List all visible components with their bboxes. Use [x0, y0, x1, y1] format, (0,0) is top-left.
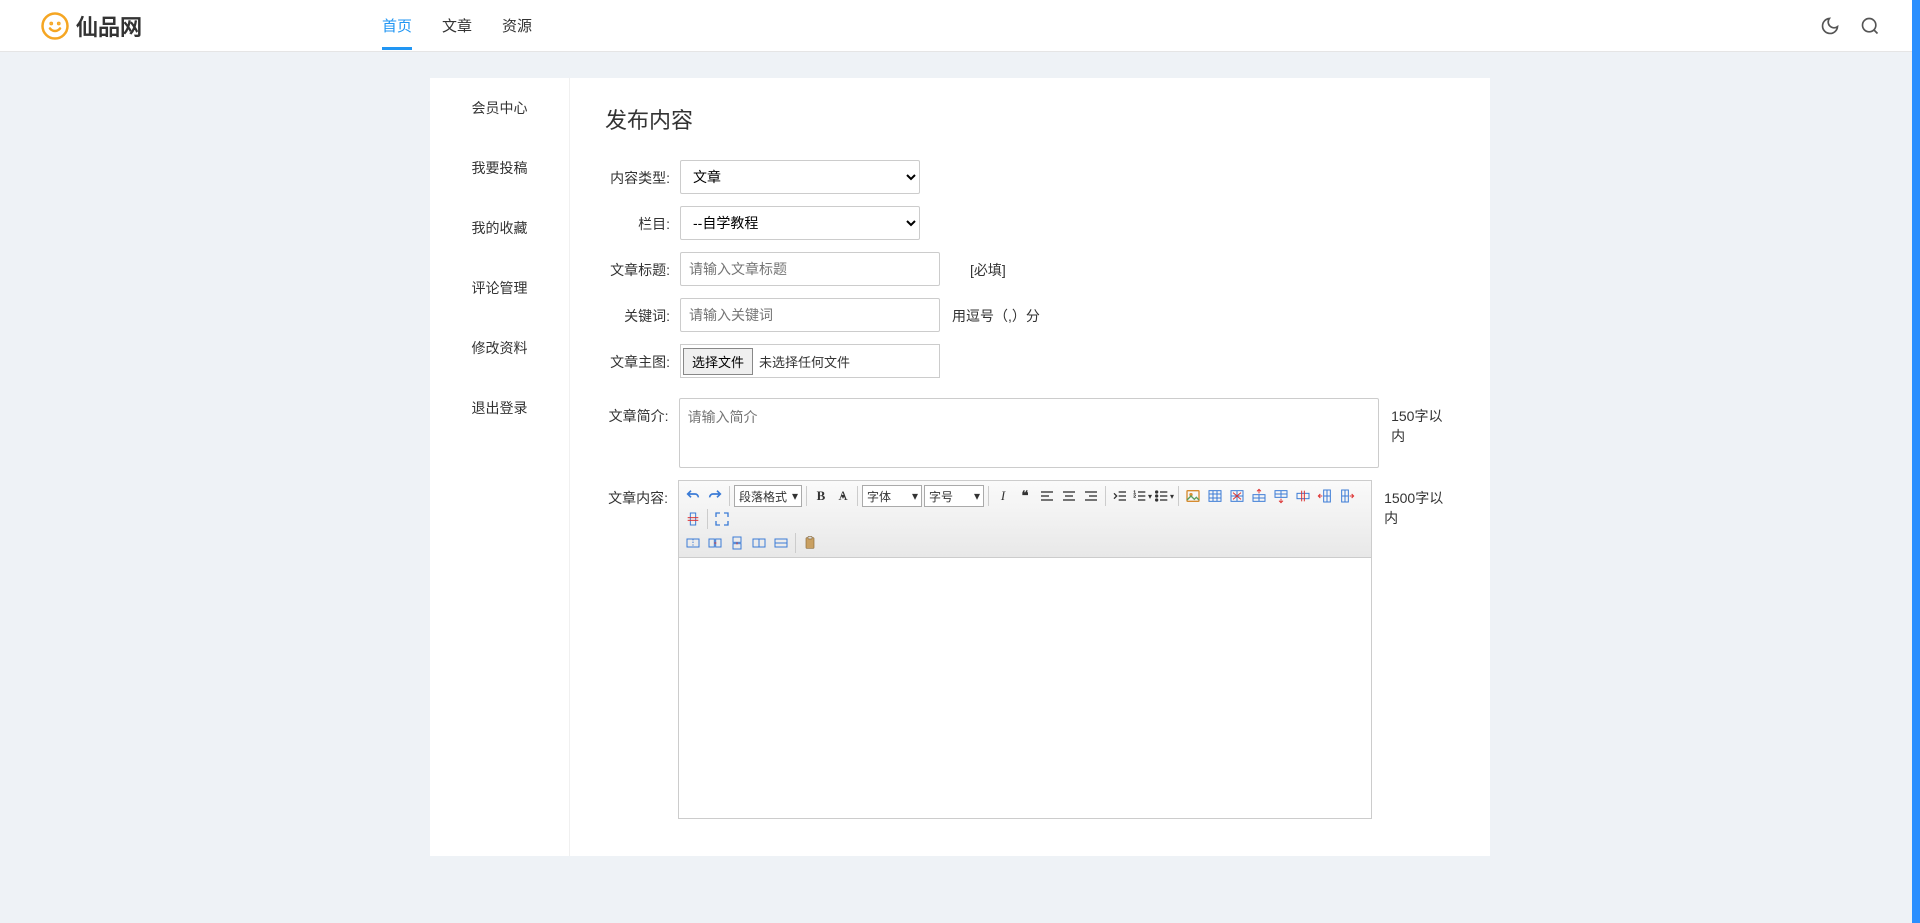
rich-editor: 段落格式 ▾ B A▾ 字体 ▾ 字号 ▾ I ❝ 12▾ ▾ — [678, 480, 1372, 819]
paragraph-format-select[interactable]: 段落格式 ▾ — [734, 485, 802, 507]
sidebar-item-favorites[interactable]: 我的收藏 — [430, 198, 569, 258]
sidebar-item-logout[interactable]: 退出登录 — [430, 378, 569, 438]
split-rows-icon[interactable] — [771, 533, 791, 553]
delete-col-icon[interactable] — [683, 509, 703, 529]
indent-icon[interactable] — [1110, 486, 1130, 506]
hint-summary: 150字以内 — [1391, 398, 1455, 446]
header-right — [1820, 16, 1880, 36]
hint-required: [必填] — [970, 252, 1006, 280]
align-right-icon[interactable] — [1081, 486, 1101, 506]
editor-toolbar: 段落格式 ▾ B A▾ 字体 ▾ 字号 ▾ I ❝ 12▾ ▾ — [679, 481, 1371, 558]
align-center-icon[interactable] — [1059, 486, 1079, 506]
nav-resource[interactable]: 资源 — [502, 1, 532, 50]
label-content: 文章内容: — [605, 480, 678, 508]
logo-icon — [40, 11, 70, 41]
file-status: 未选择任何文件 — [759, 352, 850, 371]
sidebar-item-comments[interactable]: 评论管理 — [430, 258, 569, 318]
align-left-icon[interactable] — [1037, 486, 1057, 506]
main-panel: 会员中心 我要投稿 我的收藏 评论管理 修改资料 退出登录 发布内容 内容类型:… — [430, 78, 1490, 856]
hint-keywords: 用逗号（,）分 — [952, 298, 1040, 326]
label-summary: 文章简介: — [605, 398, 679, 426]
unordered-list-icon[interactable]: ▾ — [1154, 486, 1174, 506]
paste-icon[interactable] — [800, 533, 820, 553]
content-type-select[interactable]: 文章 — [680, 160, 920, 194]
label-category: 栏目: — [605, 206, 680, 234]
merge-cells-icon[interactable] — [683, 533, 703, 553]
font-size-select[interactable]: 字号 ▾ — [924, 485, 984, 507]
site-name: 仙品网 — [76, 10, 142, 42]
hint-content: 1500字以内 — [1384, 480, 1455, 528]
label-main-image: 文章主图: — [605, 344, 680, 372]
nav-home[interactable]: 首页 — [382, 1, 412, 50]
logo[interactable]: 仙品网 — [40, 10, 142, 42]
undo-icon[interactable] — [683, 486, 703, 506]
delete-row-icon[interactable] — [1293, 486, 1313, 506]
nav-article[interactable]: 文章 — [442, 1, 472, 50]
sidebar-item-profile[interactable]: 修改资料 — [430, 318, 569, 378]
image-icon[interactable] — [1183, 486, 1203, 506]
fullscreen-icon[interactable] — [712, 509, 732, 529]
page-title: 发布内容 — [605, 103, 1455, 135]
nav: 首页 文章 资源 — [382, 1, 532, 50]
svg-text:2: 2 — [1133, 493, 1136, 498]
font-color-icon[interactable]: A▾ — [833, 486, 853, 506]
category-select[interactable]: --自学教程 — [680, 206, 920, 240]
label-content-type: 内容类型: — [605, 160, 680, 188]
merge-down-icon[interactable] — [727, 533, 747, 553]
merge-right-icon[interactable] — [705, 533, 725, 553]
header: 仙品网 首页 文章 资源 — [0, 0, 1920, 52]
ordered-list-icon[interactable]: 12▾ — [1132, 486, 1152, 506]
keywords-input[interactable] — [680, 298, 940, 332]
choose-file-button[interactable]: 选择文件 — [683, 348, 753, 375]
sidebar: 会员中心 我要投稿 我的收藏 评论管理 修改资料 退出登录 — [430, 78, 570, 856]
delete-table-icon[interactable] — [1227, 486, 1247, 506]
label-keywords: 关键词: — [605, 298, 680, 326]
split-cols-icon[interactable] — [749, 533, 769, 553]
insert-row-after-icon[interactable] — [1271, 486, 1291, 506]
table-icon[interactable] — [1205, 486, 1225, 506]
article-title-input[interactable] — [680, 252, 940, 286]
summary-textarea[interactable] — [679, 398, 1380, 468]
file-input-wrap: 选择文件 未选择任何文件 — [680, 344, 940, 378]
bold-icon[interactable]: B — [811, 486, 831, 506]
redo-icon[interactable] — [705, 486, 725, 506]
scroll-indicator[interactable] — [1912, 0, 1920, 923]
label-article-title: 文章标题: — [605, 252, 680, 280]
insert-col-after-icon[interactable] — [1337, 486, 1357, 506]
quote-icon[interactable]: ❝ — [1015, 486, 1035, 506]
insert-row-before-icon[interactable] — [1249, 486, 1269, 506]
font-family-select[interactable]: 字体 ▾ — [862, 485, 922, 507]
insert-col-before-icon[interactable] — [1315, 486, 1335, 506]
moon-icon[interactable] — [1820, 16, 1840, 36]
italic-icon[interactable]: I — [993, 486, 1013, 506]
sidebar-item-submit[interactable]: 我要投稿 — [430, 138, 569, 198]
header-left: 仙品网 首页 文章 资源 — [40, 1, 532, 50]
editor-body[interactable] — [679, 558, 1371, 818]
content: 发布内容 内容类型: 文章 栏目: --自学教程 文章标题: [必填] 关键词:… — [570, 78, 1490, 856]
sidebar-item-member-center[interactable]: 会员中心 — [430, 78, 569, 138]
search-icon[interactable] — [1860, 16, 1880, 36]
